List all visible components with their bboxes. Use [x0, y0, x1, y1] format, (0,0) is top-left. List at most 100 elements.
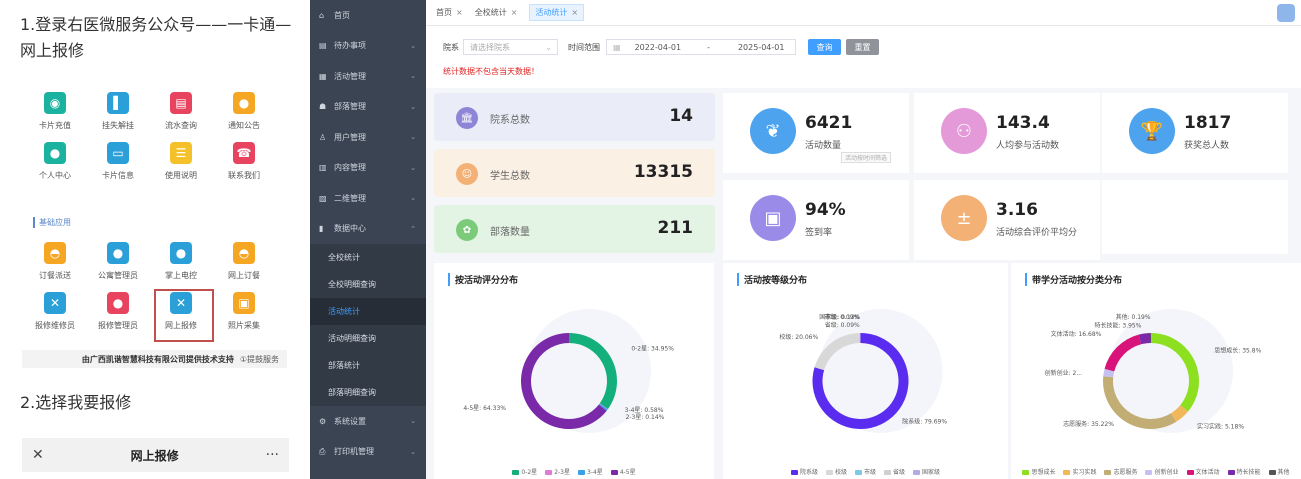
app-tile[interactable]: ✕ 报修维修员	[25, 292, 85, 342]
query-button[interactable]: 查询	[808, 39, 841, 55]
app-tile[interactable]: ☎ 联系我们	[214, 142, 274, 192]
step1-title: 1.登录右医微服务公众号——一卡通—网上报修	[20, 15, 292, 60]
sidebar-item[interactable]: ⚙ 系统设置 ⌄	[310, 406, 426, 437]
sidebar-item[interactable]: ☗ 部落管理 ⌄	[310, 92, 426, 123]
sidebar-item[interactable]: ⎙ 打印机管理 ⌄	[310, 437, 426, 468]
app-tile-label: 照片采集	[228, 321, 260, 330]
stat-card: ✿ 部落数量 211	[434, 205, 715, 253]
reset-button[interactable]: 重置	[846, 39, 879, 55]
legend-item[interactable]: 院系级	[790, 467, 818, 479]
app-tile-label: 联系我们	[228, 171, 260, 180]
sidebar-subitem[interactable]: 活动统计	[310, 298, 426, 325]
tab[interactable]: 首页 ×	[436, 7, 463, 18]
app-tile[interactable]: ● 个人中心	[25, 142, 85, 192]
avatar[interactable]	[1277, 4, 1295, 22]
legend-label: 2-3星	[554, 469, 570, 476]
photo-icon: ▣	[233, 292, 255, 314]
more-icon[interactable]: ···	[266, 447, 279, 463]
sidebar-item[interactable]: ♙ 用户管理 ⌄	[310, 122, 426, 153]
tab[interactable]: 活动统计 ×	[529, 4, 585, 21]
dept-label: 院系	[443, 43, 459, 52]
donut-chart: 思想成长: 35.8% 实习实践: 5.18% 志愿服务: 35.22% 创新创业: …	[1045, 309, 1262, 433]
app-tile-label: 通知公告	[228, 121, 260, 130]
legend-label: 3-4星	[587, 469, 603, 476]
legend-label: 市级	[863, 469, 876, 476]
legend-item[interactable]: 3-4星	[578, 467, 603, 479]
app-tile[interactable]: ▌ 挂失解挂	[88, 92, 148, 142]
stat-value: 211	[657, 218, 694, 238]
kpi-card: ▣ 94% 签到率	[723, 180, 909, 260]
sidebar-subitem[interactable]: 全校明细查询	[310, 271, 426, 298]
legend-item[interactable]: 市级	[854, 467, 876, 479]
legend-item[interactable]: 文体活动	[1186, 467, 1220, 479]
admin-sidebar: ⌂ 首页 ▤ 待办事项 ⌄ ▦ 活动管理 ⌄ ☗ 部落管理 ⌄ ♙ 用户管理 ⌄ ▥ 内容管理 ⌄ ▨ 二维管理 ⌄ ▮…	[310, 0, 426, 479]
warning-text: 统计数据不包含当天数据！	[443, 67, 539, 76]
legend-label: 院系级	[799, 469, 818, 476]
legend-item[interactable]: 国家级	[913, 467, 940, 479]
app-tile[interactable]: ▭ 卡片信息	[88, 142, 148, 192]
mobile-page-title: 网上报修	[130, 448, 179, 463]
sidebar-subitem[interactable]: 部落统计	[310, 352, 426, 379]
tools-icon: ✕	[44, 292, 66, 314]
mobile-guide-panel: 1.登录右医微服务公众号——一卡通—网上报修 ◉ 卡片充值 ▌ 挂失解挂 ▤ 流水查询 ● 通…	[0, 0, 300, 479]
legend-item[interactable]: 校级	[825, 467, 847, 479]
date-range-input[interactable]: ▦ 2022-04-01 - 2025-04-01	[606, 39, 796, 55]
sidebar-subitem[interactable]: 部落明细查询	[310, 379, 426, 406]
chevron-icon: ⌄	[410, 133, 416, 142]
legend-item[interactable]: 志愿服务	[1104, 467, 1137, 479]
sidebar-item[interactable]: ▥ 内容管理 ⌄	[310, 153, 426, 184]
admin-icon: ●	[107, 242, 129, 264]
kpi-value: 1817	[1184, 113, 1232, 133]
legend-label: 省级	[893, 469, 906, 476]
legend-swatch	[884, 470, 891, 475]
highlight-box	[154, 289, 214, 342]
close-icon[interactable]: ×	[571, 8, 578, 17]
app-tile[interactable]: ☰ 使用说明	[151, 142, 211, 192]
donut-chart: 0-2星: 34.95% 2-3星: 0.14%3-4星: 0.58% 4-5星: …	[463, 309, 674, 433]
legend-item[interactable]: 0-2星	[512, 467, 537, 479]
chevron-icon: ⌄	[410, 163, 416, 172]
sidebar-item-label: 待办事项	[334, 41, 366, 51]
app-tile[interactable]: ● 公寓管理员	[88, 242, 148, 292]
legend-item[interactable]: 创新创业	[1145, 467, 1179, 479]
tab[interactable]: 全校统计 ×	[475, 7, 518, 18]
legend-item[interactable]: 4-5星	[610, 467, 636, 479]
legend-swatch	[1268, 470, 1276, 475]
chart-card: 活动按等级分布 院系级: 79.69% 校级: 20.06% 市级: 0.09% 省级:…	[723, 263, 1008, 479]
legend-item[interactable]: 思想成长	[1022, 467, 1055, 479]
app-tile-label: 网上订餐	[228, 271, 260, 280]
legend-label: 志愿服务	[1113, 469, 1138, 476]
app-tile-label: 报修管理员	[98, 321, 138, 330]
chart-card: 按活动评分分布 0-2星: 34.95% 2-3星: 0.14% 3-4星: 0.58…	[434, 263, 714, 479]
sidebar-subitem[interactable]: 活动明细查询	[310, 325, 426, 352]
sidebar-item[interactable]: ▮ 数据中心 ⌃	[310, 214, 426, 245]
dept-placeholder: 请选择院系	[470, 42, 510, 52]
close-icon[interactable]: ✕	[32, 447, 44, 463]
sidebar-item[interactable]: ▨ 二维管理 ⌄	[310, 183, 426, 214]
app-tile[interactable]: ◓ 网上订餐	[214, 242, 274, 292]
legend-item[interactable]: 2-3星	[545, 467, 570, 479]
sidebar-item[interactable]: ⌂ 首页	[310, 0, 426, 31]
legend-item[interactable]: 其他	[1268, 467, 1290, 479]
app-tile[interactable]: ▤ 流水查询	[151, 92, 211, 142]
sidebar-item[interactable]: ▤ 待办事项 ⌄	[310, 31, 426, 62]
kpi-caption: 活动综合评价平均分	[996, 228, 1078, 238]
app-tile[interactable]: ◓ 订餐派送	[25, 242, 85, 292]
legend-item[interactable]: 特长技能	[1227, 467, 1261, 479]
sidebar-item[interactable]: ▦ 活动管理 ⌄	[310, 61, 426, 92]
sidebar-item-label: 用户管理	[334, 132, 366, 142]
app-tile[interactable]: ▣ 照片采集	[214, 292, 274, 342]
app-tile[interactable]: ● 报修管理员	[88, 292, 148, 342]
stat-label: 院系总数	[490, 115, 530, 126]
legend-swatch	[610, 470, 618, 475]
legend-item[interactable]: 实习实践	[1063, 467, 1096, 479]
close-icon[interactable]: ×	[511, 8, 518, 17]
dept-select[interactable]: 请选择院系 ⌄	[463, 39, 558, 55]
sidebar-subitem[interactable]: 全校统计	[310, 244, 426, 271]
close-icon[interactable]: ×	[456, 8, 463, 17]
kpi-value: 94%	[805, 200, 846, 220]
app-tile[interactable]: ● 通知公告	[214, 92, 274, 142]
app-tile[interactable]: ◉ 卡片充值	[25, 92, 85, 142]
legend-item[interactable]: 省级	[884, 467, 905, 479]
app-tile[interactable]: ● 掌上电控	[151, 242, 211, 292]
